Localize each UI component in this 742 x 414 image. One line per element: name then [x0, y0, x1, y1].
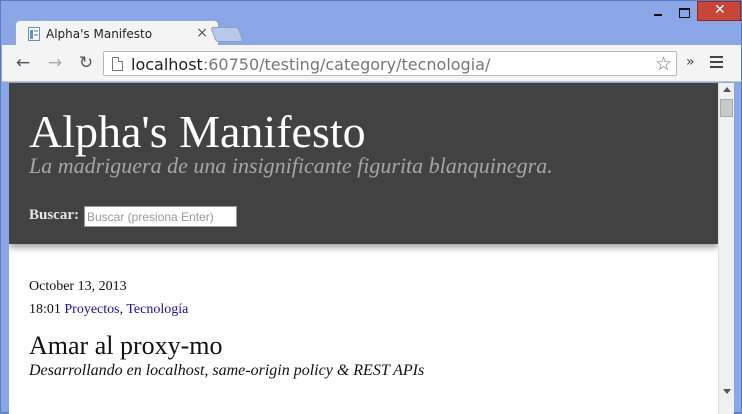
page-favicon-icon [28, 27, 40, 41]
close-icon: ✕ [714, 2, 726, 18]
menu-icon[interactable] [710, 56, 723, 68]
reload-button[interactable]: ↻ [75, 53, 97, 73]
category-link-proyectos[interactable]: Proyectos [64, 302, 119, 317]
search-label: Buscar: [29, 207, 79, 223]
tab-close-icon[interactable]: × [196, 25, 208, 41]
post-title[interactable]: Amar al proxy-mo [29, 333, 689, 359]
url-host: localhost [131, 55, 203, 74]
minimize-button[interactable] [645, 3, 671, 21]
search-input[interactable] [84, 206, 237, 227]
back-button[interactable]: ← [12, 53, 34, 73]
maximize-button[interactable] [671, 3, 697, 21]
browser-window: Alpha's Manifesto × ✕ ← → ↻ localhost:60… [0, 0, 742, 414]
site-title[interactable]: Alpha's Manifesto [29, 105, 366, 158]
tab-active[interactable]: Alpha's Manifesto × [15, 20, 219, 46]
page-viewport: Alpha's Manifesto La madriguera de una i… [9, 83, 718, 414]
url-text: localhost:60750/testing/category/tecnolo… [131, 55, 490, 74]
scroll-thumb[interactable] [720, 99, 733, 117]
scroll-up-icon[interactable] [723, 87, 731, 92]
category-link-tecnologia[interactable]: Tecnología [126, 302, 188, 317]
post-time: 18:01 [29, 302, 61, 317]
vertical-scrollbar[interactable] [718, 83, 734, 414]
tab-strip: Alpha's Manifesto × ✕ [1, 1, 742, 46]
extensions-overflow-button[interactable]: » [686, 54, 695, 70]
post-meta: 18:01 Proyectos, Tecnología [29, 302, 689, 318]
scroll-down-icon[interactable] [723, 389, 731, 394]
bookmark-star-icon[interactable]: ☆ [655, 53, 672, 75]
url-path: :60750/testing/category/tecnologia/ [202, 55, 491, 74]
tab-title: Alpha's Manifesto [46, 27, 153, 41]
page-icon [112, 57, 123, 71]
new-tab-button[interactable] [210, 27, 244, 42]
browser-toolbar: ← → ↻ localhost:60750/testing/category/t… [2, 45, 741, 82]
address-bar[interactable]: localhost:60750/testing/category/tecnolo… [103, 51, 677, 76]
post-date: October 13, 2013 [29, 279, 127, 294]
post-entry: October 13, 2013 18:01 Proyectos, Tecnol… [29, 279, 689, 380]
post-subtitle: Desarrollando en localhost, same-origin … [29, 362, 425, 379]
close-window-button[interactable]: ✕ [697, 1, 741, 21]
site-header: Alpha's Manifesto La madriguera de una i… [9, 83, 718, 244]
forward-button[interactable]: → [44, 53, 66, 73]
site-tagline: La madriguera de una insignificante figu… [29, 153, 553, 178]
